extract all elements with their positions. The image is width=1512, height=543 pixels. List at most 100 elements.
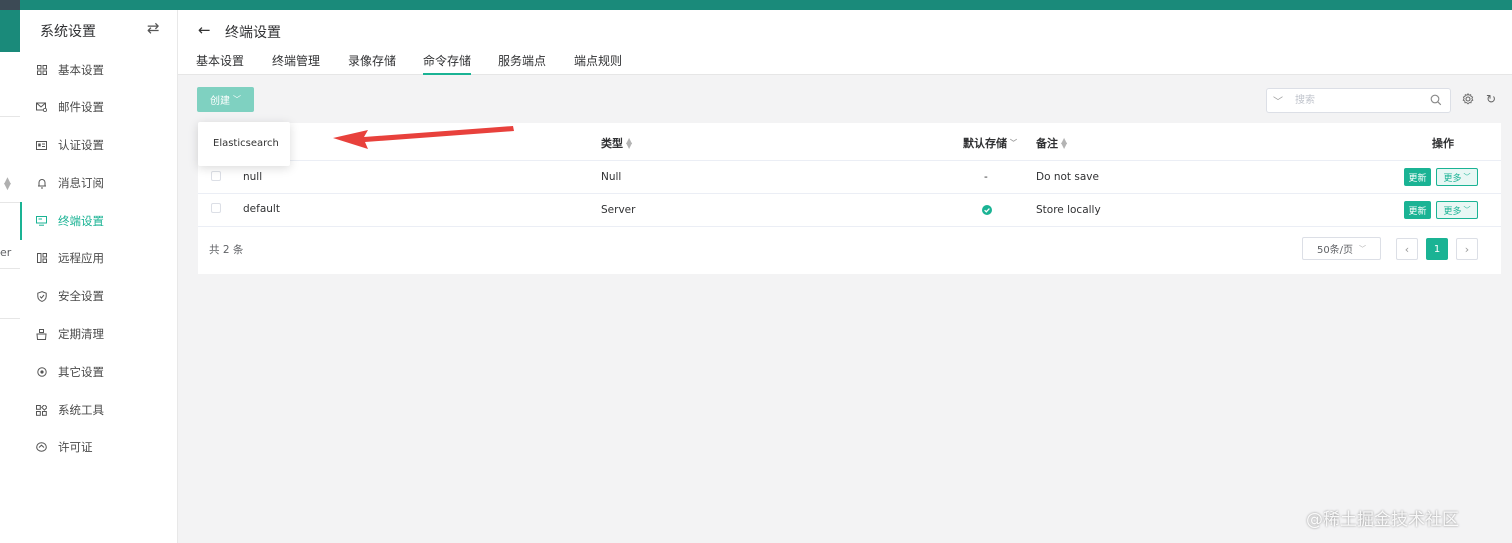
sidebar-item-license[interactable]: 许可证 xyxy=(20,428,177,466)
update-button[interactable]: 更新 xyxy=(1404,168,1431,186)
sidebar-item-label: 定期清理 xyxy=(58,327,104,341)
bell-icon xyxy=(36,178,47,189)
column-header-default-storage[interactable]: 默认存储 ﹀ xyxy=(963,135,1017,151)
chevron-down-icon[interactable]: ﹀ xyxy=(1273,93,1283,108)
back-arrow-icon[interactable]: ← xyxy=(198,21,211,39)
create-dropdown-menu: Elasticsearch xyxy=(198,122,290,166)
header-divider xyxy=(198,160,1501,161)
sidebar-item-cleanup[interactable]: 定期清理 xyxy=(20,315,177,353)
mail-icon xyxy=(36,102,47,113)
sidebar-item-label: 认证设置 xyxy=(58,138,104,152)
sidebar-item-auth[interactable]: 认证设置 xyxy=(20,126,177,164)
row-name[interactable]: default xyxy=(243,203,280,215)
sidebar-item-label: 安全设置 xyxy=(58,289,104,303)
background-divider xyxy=(0,202,20,203)
sidebar-item-messages[interactable]: 消息订阅 xyxy=(20,164,177,202)
tab-terminal-management[interactable]: 终端管理 xyxy=(272,52,320,75)
sidebar-item-remote-apps[interactable]: 远程应用 xyxy=(20,239,177,277)
circle-icon xyxy=(36,367,47,378)
sidebar-item-label: 消息订阅 xyxy=(58,176,104,190)
sort-icon[interactable]: ▲ ▼ xyxy=(1061,137,1067,150)
grid-icon xyxy=(36,65,47,76)
chevron-down-icon: ﹀ xyxy=(1463,206,1471,214)
sidebar-item-label: 许可证 xyxy=(58,440,93,454)
column-header-comment[interactable]: 备注 ▲ ▼ xyxy=(1036,135,1067,151)
monitor-icon xyxy=(36,216,47,227)
apps-icon xyxy=(36,253,47,264)
annotation-arrow-icon xyxy=(333,126,514,149)
row-comment: Do not save xyxy=(1036,171,1099,183)
prev-page-button[interactable]: ‹ xyxy=(1396,238,1418,260)
row-checkbox[interactable] xyxy=(211,203,221,213)
sidebar-item-label: 邮件设置 xyxy=(58,100,104,114)
search-input[interactable] xyxy=(1295,92,1415,109)
id-card-icon xyxy=(36,140,47,151)
chevron-down-icon[interactable]: ﹀ xyxy=(1010,138,1017,148)
current-page-button[interactable]: 1 xyxy=(1426,238,1448,260)
background-text-fragment: er xyxy=(0,246,12,259)
tab-command-storage[interactable]: 命令存储 xyxy=(423,52,472,75)
check-circle-icon xyxy=(982,205,992,218)
background-divider xyxy=(0,116,20,117)
row-divider xyxy=(198,193,1501,194)
sidebar-item-basic[interactable]: 基本设置 xyxy=(20,51,177,89)
row-type: Null xyxy=(601,171,622,183)
background-page-strip: ▲ ▼ er xyxy=(0,10,20,543)
row-divider xyxy=(198,226,1501,227)
row-name[interactable]: null xyxy=(243,171,262,183)
swap-arrows-icon[interactable]: ⇄ xyxy=(147,19,160,37)
more-button[interactable]: 更多 ﹀ xyxy=(1436,168,1478,186)
shield-icon xyxy=(36,290,47,302)
sidebar-item-label: 其它设置 xyxy=(58,365,104,379)
page-size-select[interactable]: 50条/页 ﹀ xyxy=(1302,237,1381,260)
sort-icon[interactable]: ▲ ▼ xyxy=(626,137,632,150)
background-sort-icon: ▲ ▼ xyxy=(4,176,11,192)
page-title: 终端设置 xyxy=(225,25,281,41)
tools-icon xyxy=(36,404,47,416)
sidebar-item-terminal[interactable]: 终端设置 xyxy=(20,202,177,240)
sidebar-item-mail[interactable]: 邮件设置 xyxy=(20,88,177,126)
chevron-down-icon: ﹀ xyxy=(1463,173,1471,181)
page-header: ← 终端设置 基本设置 终端管理 录像存储 命令存储 服务端点 端点规则 xyxy=(178,10,1512,75)
top-bar xyxy=(0,0,1512,10)
next-page-button[interactable]: › xyxy=(1456,238,1478,260)
search-icon[interactable] xyxy=(1430,94,1442,109)
refresh-icon[interactable]: ↻ xyxy=(1486,92,1496,106)
column-header-actions: 操作 xyxy=(1432,137,1454,150)
sidebar: 系统设置 ⇄ 基本设置 邮件设置 认证设置 消息订阅 终端设置 远程应用 安全设… xyxy=(20,10,178,543)
sidebar-item-label: 远程应用 xyxy=(58,251,104,265)
background-header xyxy=(0,10,20,52)
row-type: Server xyxy=(601,204,636,216)
sidebar-item-label: 基本设置 xyxy=(58,63,104,77)
sidebar-item-label: 系统工具 xyxy=(58,403,104,417)
create-button[interactable]: 创建 ﹀ xyxy=(197,87,254,112)
chevron-down-icon: ﹀ xyxy=(233,95,241,104)
total-count: 共 2 条 xyxy=(209,244,244,256)
sidebar-item-other[interactable]: 其它设置 xyxy=(20,353,177,391)
update-button[interactable]: 更新 xyxy=(1404,201,1431,219)
license-icon xyxy=(36,442,47,453)
tab-endpoints[interactable]: 服务端点 xyxy=(498,52,546,75)
tab-replay-storage[interactable]: 录像存储 xyxy=(348,52,396,75)
more-button[interactable]: 更多 ﹀ xyxy=(1436,201,1478,219)
tab-basic[interactable]: 基本设置 xyxy=(196,52,244,75)
top-bar-left-segment xyxy=(0,0,20,10)
create-button-label: 创建 xyxy=(210,96,230,107)
row-checkbox[interactable] xyxy=(211,171,221,181)
tab-endpoint-rules[interactable]: 端点规则 xyxy=(574,52,622,75)
broom-icon xyxy=(36,328,47,340)
search-box[interactable]: ﹀ xyxy=(1266,88,1451,113)
dropdown-item-elasticsearch[interactable]: Elasticsearch xyxy=(213,138,279,149)
column-header-type[interactable]: 类型 ▲ ▼ xyxy=(601,135,632,151)
chevron-down-icon: ﹀ xyxy=(1359,244,1367,253)
row-comment: Store locally xyxy=(1036,204,1101,216)
watermark: @稀土掘金技术社区 xyxy=(1306,510,1459,530)
gear-icon[interactable] xyxy=(1462,93,1474,108)
sidebar-title: 系统设置 xyxy=(40,24,96,40)
row-default-storage: - xyxy=(984,171,988,183)
background-divider xyxy=(0,268,20,269)
sidebar-item-label: 终端设置 xyxy=(58,214,104,228)
sidebar-item-tools[interactable]: 系统工具 xyxy=(20,391,177,429)
background-divider xyxy=(0,318,20,319)
sidebar-item-security[interactable]: 安全设置 xyxy=(20,277,177,315)
